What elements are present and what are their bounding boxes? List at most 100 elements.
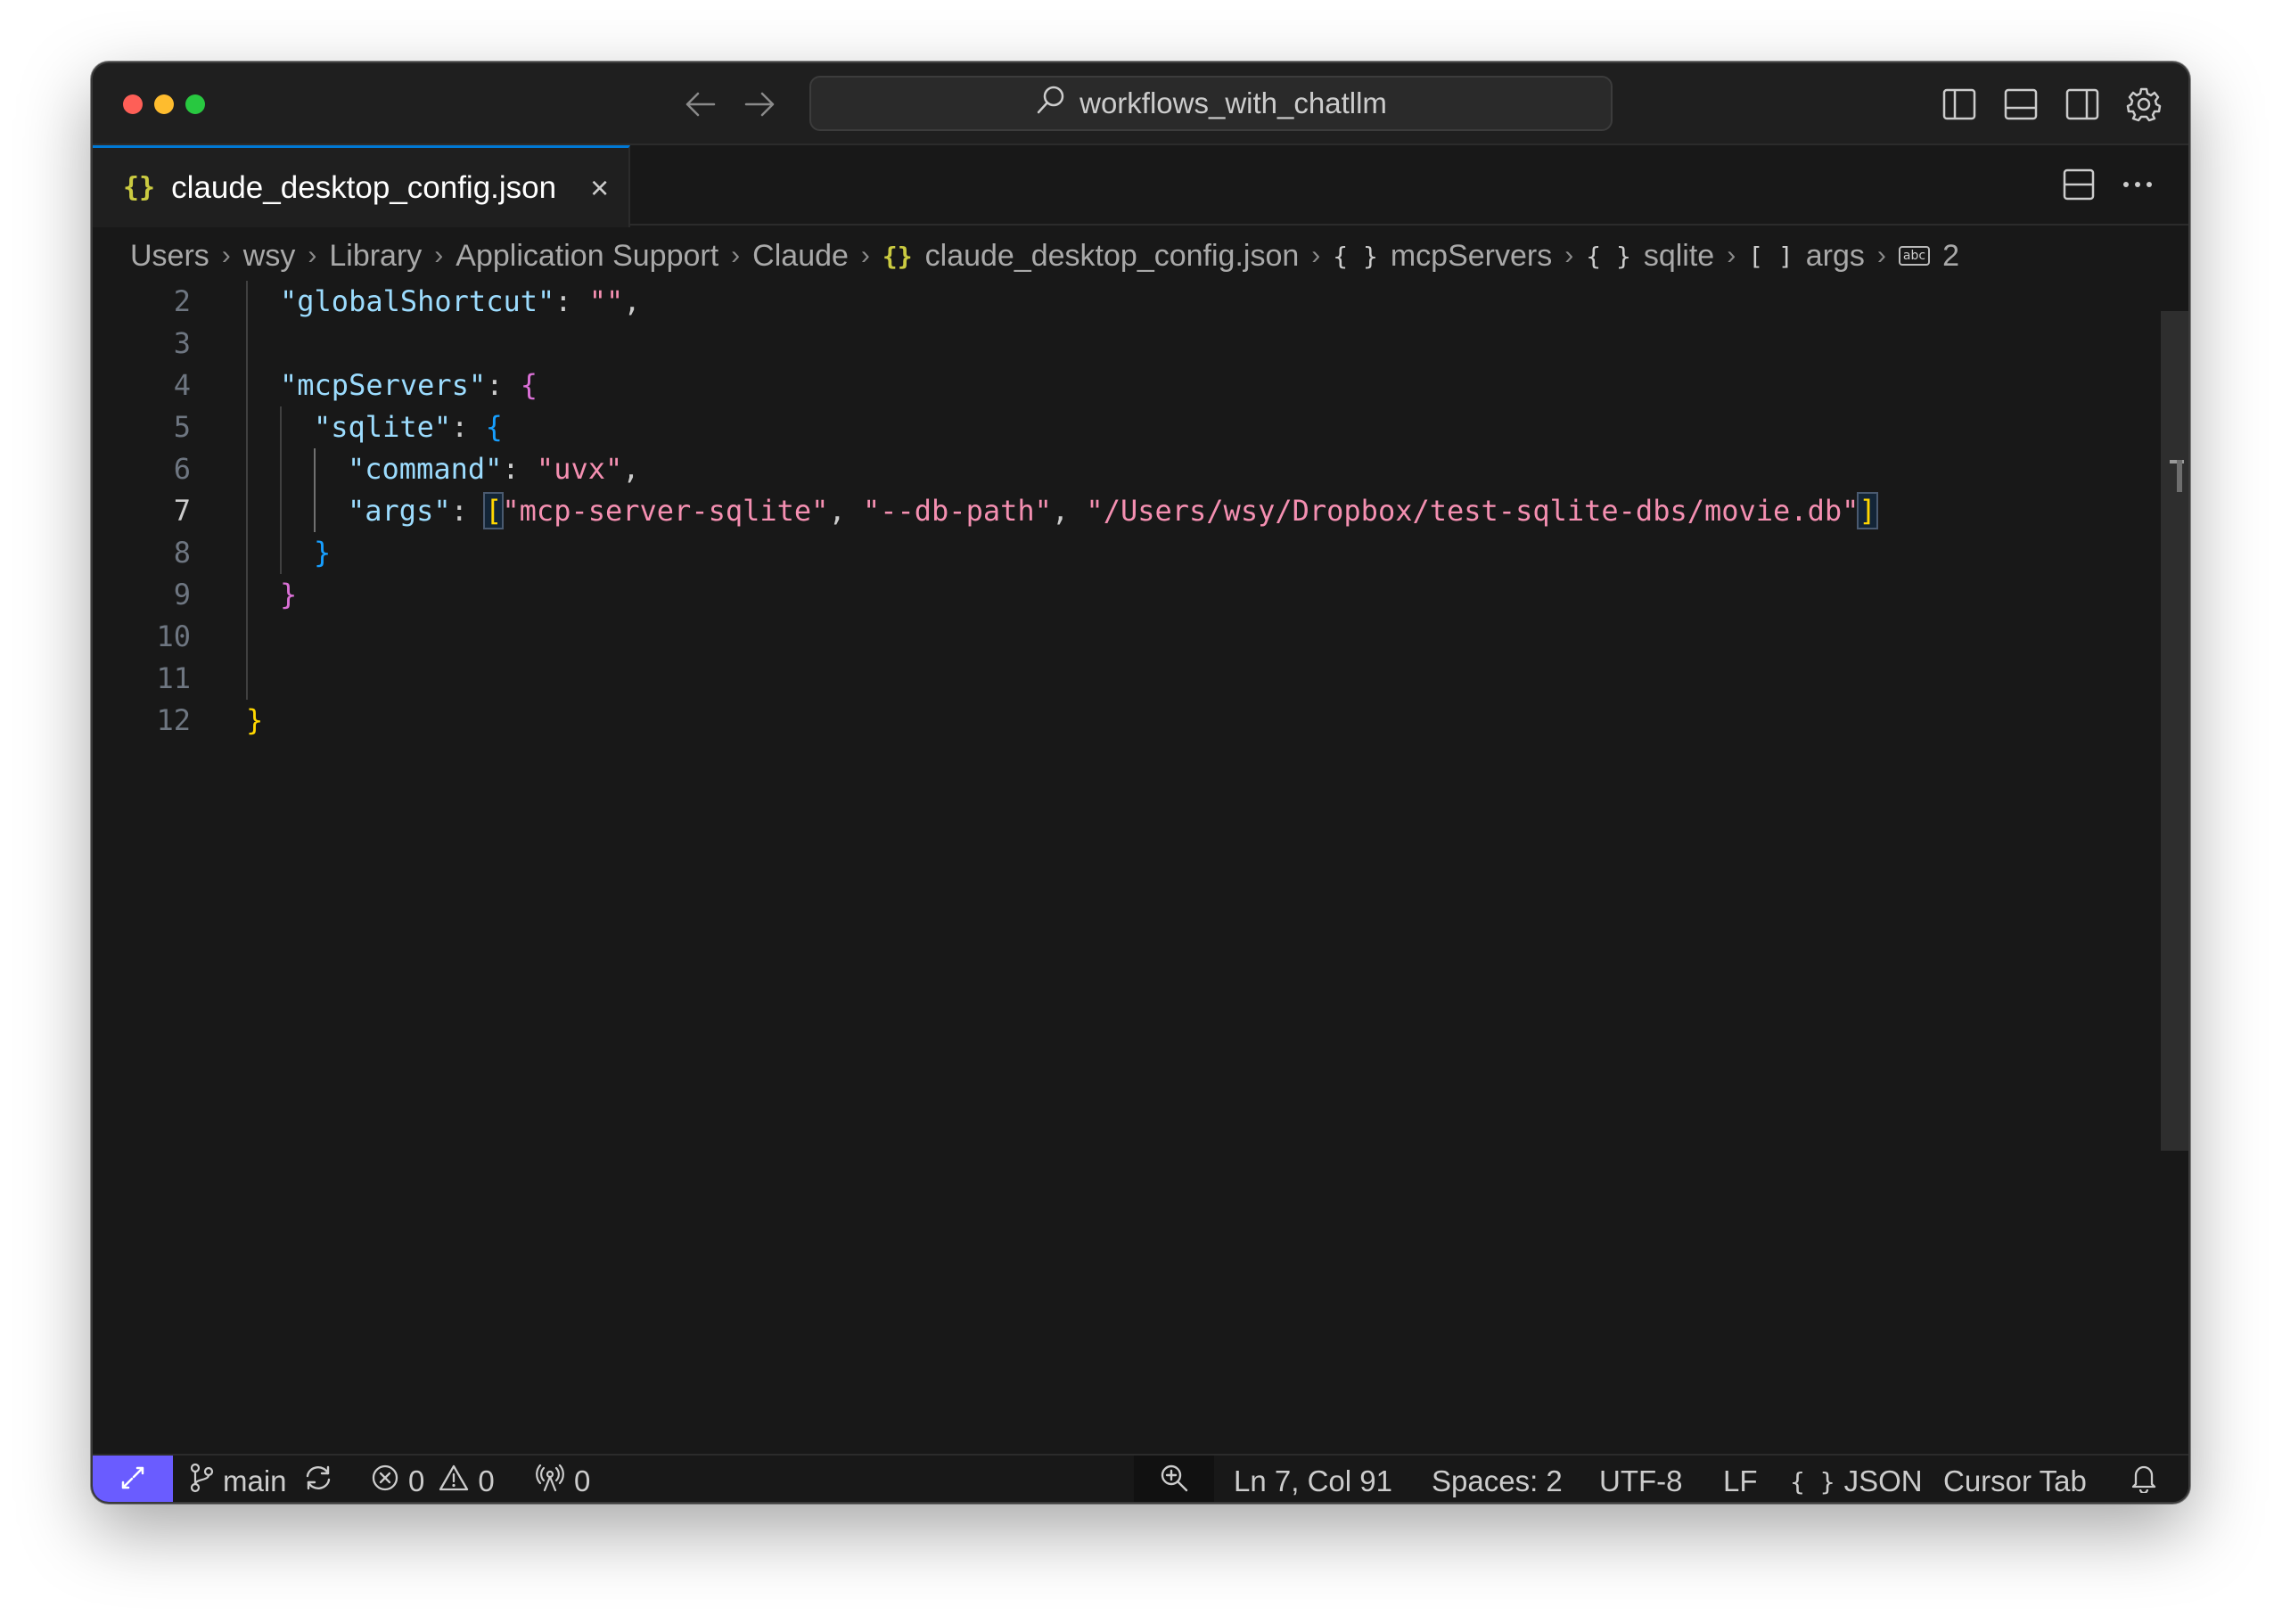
code-line: } — [280, 578, 298, 611]
cursor-position-marker — [2177, 460, 2182, 492]
broadcast-icon — [535, 1464, 565, 1499]
ports-status[interactable]: 0 — [535, 1456, 591, 1502]
line-number: 4 — [173, 368, 191, 402]
breadcrumb-item[interactable]: Application Support — [456, 239, 718, 274]
notifications-button[interactable] — [2130, 1456, 2157, 1502]
breadcrumb-item[interactable]: args — [1806, 239, 1865, 274]
remote-indicator-button[interactable] — [93, 1456, 173, 1502]
vertical-scrollbar-thumb[interactable] — [2161, 311, 2188, 1151]
indent-guide-active — [314, 448, 316, 532]
json-file-icon: {} — [123, 172, 156, 203]
command-center-search[interactable]: workflows_with_chatllm — [809, 76, 1613, 131]
string-symbol-icon: abc — [1898, 246, 1931, 266]
code-line: "mcpServers": { — [280, 368, 538, 402]
object-symbol-icon: { } — [1333, 241, 1378, 271]
cursor-tab-status[interactable]: Cursor Tab — [1943, 1456, 2087, 1502]
arrow-left-icon[interactable] — [680, 86, 719, 122]
close-window-button[interactable] — [123, 94, 143, 114]
eol-status[interactable]: LF — [1723, 1456, 1758, 1502]
code-line: "sqlite": { — [314, 410, 503, 444]
chevron-right-icon: › — [308, 241, 317, 270]
line-number: 2 — [173, 284, 191, 318]
encoding-status[interactable]: UTF-8 — [1599, 1456, 1683, 1502]
chevron-right-icon: › — [1311, 241, 1321, 270]
breadcrumb-item[interactable]: Claude — [752, 239, 849, 274]
split-editor-icon[interactable] — [2059, 165, 2098, 204]
settings-gear-icon[interactable] — [2124, 85, 2163, 124]
language-mode-status[interactable]: { } JSON — [1790, 1456, 1923, 1502]
line-number-active: 7 — [173, 494, 191, 528]
sync-icon[interactable] — [303, 1464, 333, 1498]
more-actions-icon[interactable] — [2118, 165, 2157, 204]
line-number: 5 — [173, 410, 191, 444]
warning-icon — [439, 1464, 469, 1499]
line-number: 10 — [156, 619, 191, 653]
language-mode-label: JSON — [1843, 1464, 1923, 1497]
ports-count: 0 — [574, 1464, 591, 1497]
toggle-primary-sidebar-icon[interactable] — [1940, 85, 1979, 124]
breadcrumb-item[interactable]: claude_desktop_config.json — [925, 239, 1300, 274]
tab-claude-desktop-config[interactable]: {} claude_desktop_config.json × — [93, 145, 630, 227]
line-number: 12 — [156, 703, 191, 737]
chevron-right-icon: › — [434, 241, 444, 270]
toggle-secondary-sidebar-icon[interactable] — [2063, 85, 2102, 124]
line-number: 8 — [173, 536, 191, 570]
breadcrumb-item[interactable]: Library — [329, 239, 422, 274]
json-language-icon: { } — [1790, 1466, 1835, 1497]
code-line: "globalShortcut": "", — [280, 284, 641, 318]
breadcrumb-item[interactable]: mcpServers — [1391, 239, 1552, 274]
breadcrumb: Users › wsy › Library › Application Supp… — [130, 233, 1959, 279]
breadcrumb-item[interactable]: sqlite — [1644, 239, 1714, 274]
error-icon — [371, 1464, 399, 1499]
source-control-branch-icon — [189, 1463, 214, 1500]
status-bar: main 0 0 0 Ln 7, Col 91 Spaces: 2 UTF-8 … — [93, 1454, 2188, 1502]
error-count: 0 — [408, 1464, 425, 1497]
json-file-icon: {} — [882, 241, 913, 271]
zoom-window-button[interactable] — [185, 94, 205, 114]
arrow-right-icon[interactable] — [741, 86, 780, 122]
minimize-window-button[interactable] — [154, 94, 174, 114]
bracket-match: ] — [1857, 492, 1878, 529]
close-icon[interactable]: × — [590, 169, 609, 207]
code-line: } — [246, 703, 264, 737]
code-line: } — [314, 536, 332, 570]
branch-name: main — [223, 1464, 287, 1497]
breadcrumb-item[interactable]: 2 — [1942, 239, 1959, 274]
line-number: 3 — [173, 326, 191, 360]
title-bar: workflows_with_chatllm — [93, 63, 2188, 145]
array-symbol-icon: [ ] — [1748, 241, 1794, 271]
tab-bar: {} claude_desktop_config.json × — [93, 145, 2188, 227]
editor-window: workflows_with_chatllm {} claude_desktop… — [91, 62, 2190, 1504]
chevron-right-icon: › — [1727, 241, 1736, 270]
indent-guide — [280, 406, 282, 574]
code-editor[interactable]: 2 3 4 5 6 7 8 9 10 11 12 "globalShortcut… — [93, 281, 2161, 1502]
object-symbol-icon: { } — [1586, 241, 1631, 271]
branch-status[interactable]: main — [189, 1456, 333, 1502]
chevron-right-icon: › — [221, 241, 231, 270]
bracket-match: [ — [483, 492, 505, 529]
chevron-right-icon: › — [860, 241, 870, 270]
chevron-right-icon: › — [1564, 241, 1574, 270]
search-text: workflows_with_chatllm — [1079, 86, 1387, 119]
bell-icon — [2130, 1463, 2157, 1500]
indentation-status[interactable]: Spaces: 2 — [1432, 1456, 1563, 1502]
remote-icon — [119, 1464, 146, 1498]
tab-label: claude_desktop_config.json — [171, 169, 557, 205]
zoom-icon — [1159, 1463, 1189, 1500]
line-number: 6 — [173, 452, 191, 486]
cursor-position-status[interactable]: Ln 7, Col 91 — [1234, 1456, 1392, 1502]
code-line: "command": "uvx", — [348, 452, 640, 486]
search-icon — [1035, 84, 1067, 123]
zoom-button[interactable] — [1134, 1456, 1214, 1502]
breadcrumb-item[interactable]: wsy — [243, 239, 296, 274]
warning-count: 0 — [478, 1464, 495, 1497]
toggle-panel-icon[interactable] — [2001, 85, 2040, 124]
code-line-active: "args": ["mcp-server-sqlite", "--db-path… — [348, 492, 1878, 529]
problems-status[interactable]: 0 0 — [371, 1456, 495, 1502]
line-number: 9 — [173, 578, 191, 611]
breadcrumb-item[interactable]: Users — [130, 239, 209, 274]
indent-guide — [246, 281, 248, 700]
chevron-right-icon: › — [731, 241, 741, 270]
chevron-right-icon: › — [1876, 241, 1886, 270]
line-number: 11 — [156, 661, 191, 695]
